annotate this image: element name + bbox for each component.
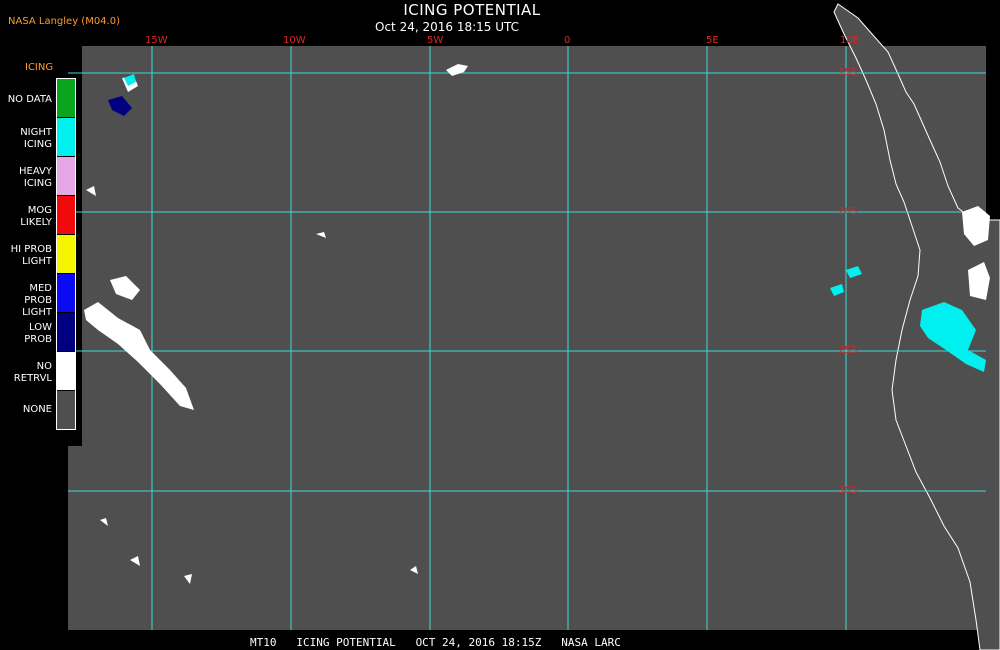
icing-map	[68, 3, 1000, 650]
lon-label-5e: 5E	[706, 35, 719, 46]
map-title: ICING POTENTIAL	[403, 1, 541, 19]
legend-swatch-low-prob	[57, 313, 75, 352]
legend-label-no-data: NO DATA	[7, 94, 52, 105]
lon-label-5w: 5W	[427, 35, 444, 46]
legend-label-mog-likely: MOG LIKELY	[20, 205, 52, 228]
legend-swatch-hi-prob-light	[57, 235, 75, 274]
legend-swatch-none	[57, 391, 75, 429]
lon-label-0: 0	[564, 35, 571, 46]
legend-swatch-night-icing	[57, 118, 75, 157]
map-background	[68, 46, 986, 630]
legend-label-no-retrvl: NO RETRVL	[13, 361, 52, 384]
legend-title: ICING	[25, 62, 54, 73]
legend-label-low-prob: LOW PROB	[24, 322, 52, 345]
icing-legend	[56, 78, 76, 430]
lat-label-20s: 20S	[838, 206, 858, 217]
legend-swatch-mog-likely	[57, 196, 75, 235]
lat-label-30s: 30S	[838, 485, 858, 496]
producer-credit: NASA Langley (M04.0)	[8, 16, 120, 27]
legend-swatch-no-retrvl	[57, 352, 75, 391]
legend-label-med-prob-light: MED PROB LIGHT	[22, 283, 52, 318]
lat-label-25s: 25S	[838, 345, 858, 356]
legend-swatch-heavy-icing	[57, 157, 75, 196]
legend-label-hi-prob-light: HI PROB LIGHT	[10, 244, 52, 267]
lon-label-10e: 10E	[840, 35, 860, 46]
lon-label-15w: 15W	[145, 35, 168, 46]
footer-caption: MT10 ICING POTENTIAL OCT 24, 2016 18:15Z…	[250, 636, 621, 649]
legend-label-heavy-icing: HEAVY ICING	[19, 166, 52, 189]
lon-label-10w: 10W	[283, 35, 306, 46]
legend-swatch-med-prob-light	[57, 274, 75, 313]
lat-label-15s: 15S	[838, 67, 858, 78]
legend-label-night-icing: NIGHT ICING	[20, 127, 52, 150]
legend-label-none: NONE	[22, 404, 52, 415]
map-timestamp: Oct 24, 2016 18:15 UTC	[375, 20, 519, 34]
legend-swatch-no-data	[57, 79, 75, 118]
